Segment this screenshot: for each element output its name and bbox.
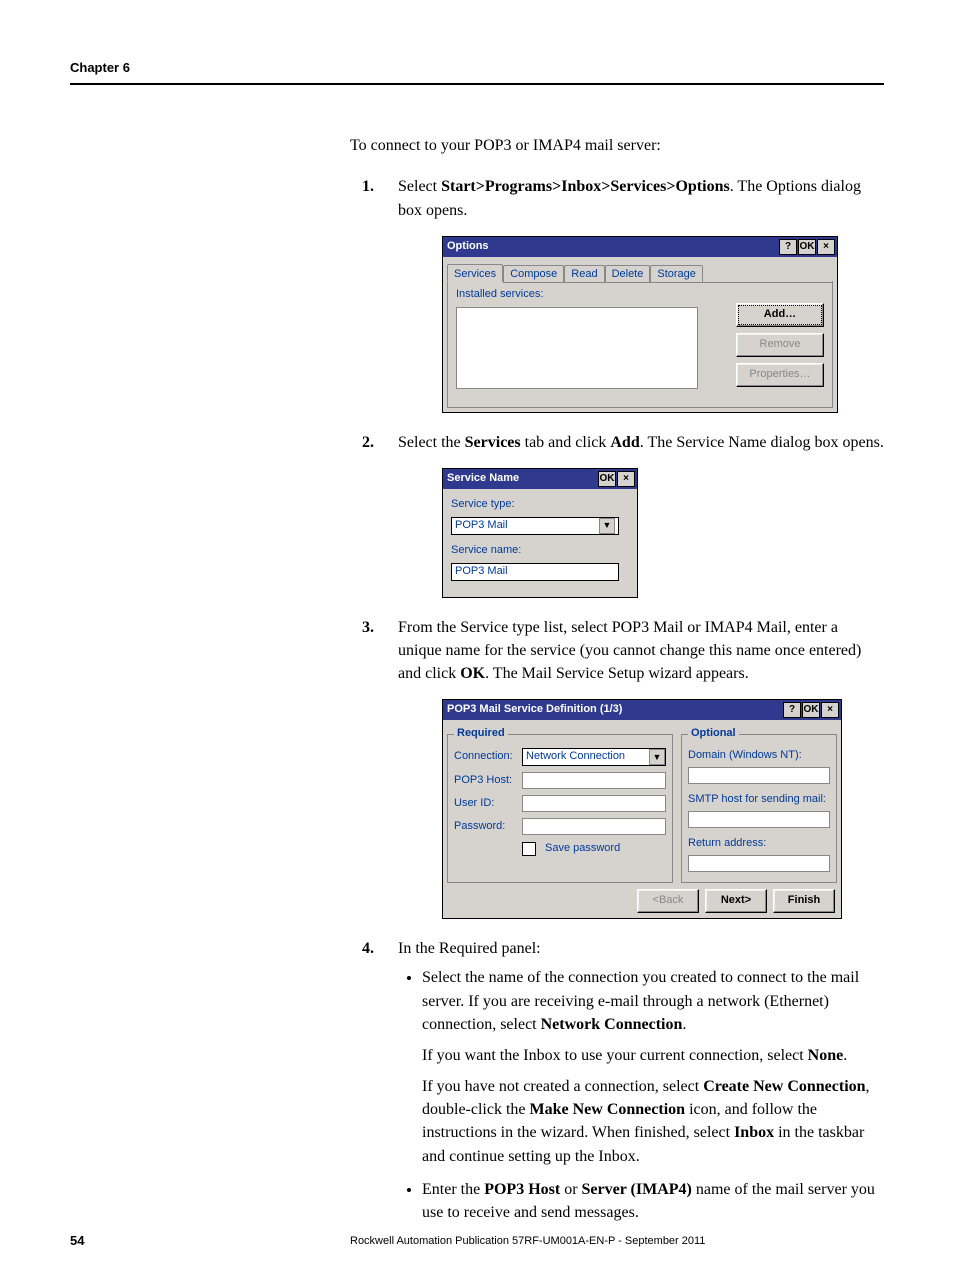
options-titlebar: Options ? OK × — [443, 237, 837, 257]
domain-input[interactable] — [688, 767, 830, 784]
help-button[interactable]: ? — [783, 702, 801, 718]
service-name-titlebar: Service Name OK × — [443, 469, 637, 489]
required-fieldset: Required Connection: Network Connection … — [447, 726, 673, 883]
tab-read[interactable]: Read — [564, 265, 604, 283]
step-number: 2. — [362, 431, 374, 454]
step-1-text-a: Select — [398, 178, 441, 195]
step-3-b: OK — [460, 665, 485, 682]
step-2-a: Select the — [398, 434, 465, 451]
installed-services-list[interactable] — [456, 307, 698, 389]
userid-label: User ID: — [454, 796, 518, 812]
options-tabs: Services Compose Read Delete Storage — [447, 263, 833, 281]
close-button[interactable]: × — [617, 471, 635, 487]
step-3: 3. From the Service type list, select PO… — [350, 616, 884, 919]
next-button[interactable]: Next> — [705, 889, 767, 913]
finish-button[interactable]: Finish — [773, 889, 835, 913]
service-name-title: Service Name — [447, 471, 597, 487]
service-type-value: POP3 Mail — [455, 518, 508, 534]
s4b1p2a: If you want the Inbox to use your curren… — [422, 1047, 808, 1064]
wizard-title: POP3 Mail Service Definition (1/3) — [447, 702, 782, 718]
page-number: 54 — [70, 1233, 350, 1248]
tab-storage[interactable]: Storage — [650, 265, 703, 283]
step-1: 1. Select Start>Programs>Inbox>Services>… — [350, 175, 884, 412]
s4b2b: POP3 Host — [484, 1181, 560, 1198]
s4b1p3b: Create New Connection — [703, 1078, 865, 1095]
step-2-e: . The Service Name dialog box opens. — [640, 434, 884, 451]
s4b1p3d: Make New Connection — [530, 1101, 686, 1118]
connection-label: Connection: — [454, 749, 518, 765]
userid-input[interactable] — [522, 795, 666, 812]
remove-button[interactable]: Remove — [736, 333, 824, 357]
return-input[interactable] — [688, 855, 830, 872]
s4b2c: or — [560, 1181, 581, 1198]
step-2-c: tab and click — [521, 434, 611, 451]
step-1-path: Start>Programs>Inbox>Services>Options — [441, 178, 730, 195]
step-2-d: Add — [610, 434, 639, 451]
step-4: 4. In the Required panel: Select the nam… — [350, 937, 884, 1224]
ok-button[interactable]: OK — [598, 471, 616, 487]
s4b1b: Network Connection — [541, 1016, 683, 1033]
s4b1c: . — [682, 1016, 686, 1033]
chevron-down-icon: ▼ — [599, 518, 615, 534]
tab-services[interactable]: Services — [447, 264, 503, 282]
s4b1p2c: . — [843, 1047, 847, 1064]
service-name-input[interactable]: POP3 Mail — [451, 563, 619, 581]
page-footer: 54 Rockwell Automation Publication 57RF-… — [70, 1233, 884, 1248]
s4b1p3f: Inbox — [734, 1124, 774, 1141]
step-2-b: Services — [465, 434, 521, 451]
chevron-down-icon: ▼ — [649, 749, 665, 765]
page-header: Chapter 6 — [70, 60, 884, 75]
service-type-label: Service type: — [451, 497, 629, 513]
close-button[interactable]: × — [821, 702, 839, 718]
step-2: 2. Select the Services tab and click Add… — [350, 431, 884, 598]
back-button[interactable]: <Back — [637, 889, 699, 913]
ok-button[interactable]: OK — [798, 239, 816, 255]
step-3-c: . The Mail Service Setup wizard appears. — [485, 665, 749, 682]
connection-select[interactable]: Network Connection ▼ — [522, 748, 666, 766]
step-4-bullet-1: Select the name of the connection you cr… — [422, 966, 884, 1168]
return-label: Return address: — [688, 836, 830, 852]
pop3host-label: POP3 Host: — [454, 773, 518, 789]
tab-delete[interactable]: Delete — [605, 265, 651, 283]
service-name-dialog: Service Name OK × Service type: POP3 Mai… — [442, 468, 638, 598]
smtp-label: SMTP host for sending mail: — [688, 792, 830, 808]
intro-text: To connect to your POP3 or IMAP4 mail se… — [350, 135, 884, 157]
pop3-wizard-dialog: POP3 Mail Service Definition (1/3) ? OK … — [442, 699, 842, 919]
s4b2a: Enter the — [422, 1181, 484, 1198]
s4b2d: Server (IMAP4) — [582, 1181, 692, 1198]
step-4-text: In the Required panel: — [398, 940, 541, 957]
options-title: Options — [447, 239, 778, 255]
service-name-value: POP3 Mail — [455, 564, 508, 580]
password-label: Password: — [454, 819, 518, 835]
pop3host-input[interactable] — [522, 772, 666, 789]
installed-services-label: Installed services: — [456, 287, 728, 303]
options-dialog: Options ? OK × Services Compose Read Del… — [442, 236, 838, 413]
service-type-select[interactable]: POP3 Mail ▼ — [451, 517, 619, 535]
wizard-titlebar: POP3 Mail Service Definition (1/3) ? OK … — [443, 700, 841, 720]
domain-label: Domain (Windows NT): — [688, 748, 830, 764]
step-number: 3. — [362, 616, 374, 639]
s4b1p3a: If you have not created a connection, se… — [422, 1078, 703, 1095]
tab-compose[interactable]: Compose — [503, 265, 564, 283]
password-input[interactable] — [522, 818, 666, 835]
help-button[interactable]: ? — [779, 239, 797, 255]
smtp-input[interactable] — [688, 811, 830, 828]
step-number: 1. — [362, 175, 374, 198]
step-number: 4. — [362, 937, 374, 960]
service-name-label: Service name: — [451, 543, 629, 559]
save-password-label: Save password — [545, 841, 620, 857]
s4b1p2b: None — [808, 1047, 844, 1064]
required-legend: Required — [454, 726, 508, 742]
optional-fieldset: Optional Domain (Windows NT): SMTP host … — [681, 726, 837, 883]
save-password-checkbox[interactable] — [522, 842, 536, 856]
header-rule — [70, 83, 884, 85]
close-button[interactable]: × — [817, 239, 835, 255]
connection-value: Network Connection — [526, 749, 625, 765]
add-button[interactable]: Add… — [736, 303, 824, 327]
publication-line: Rockwell Automation Publication 57RF-UM0… — [350, 1235, 884, 1247]
step-4-bullet-2: Enter the POP3 Host or Server (IMAP4) na… — [422, 1178, 884, 1224]
optional-legend: Optional — [688, 726, 739, 742]
properties-button[interactable]: Properties… — [736, 363, 824, 387]
ok-button[interactable]: OK — [802, 702, 820, 718]
